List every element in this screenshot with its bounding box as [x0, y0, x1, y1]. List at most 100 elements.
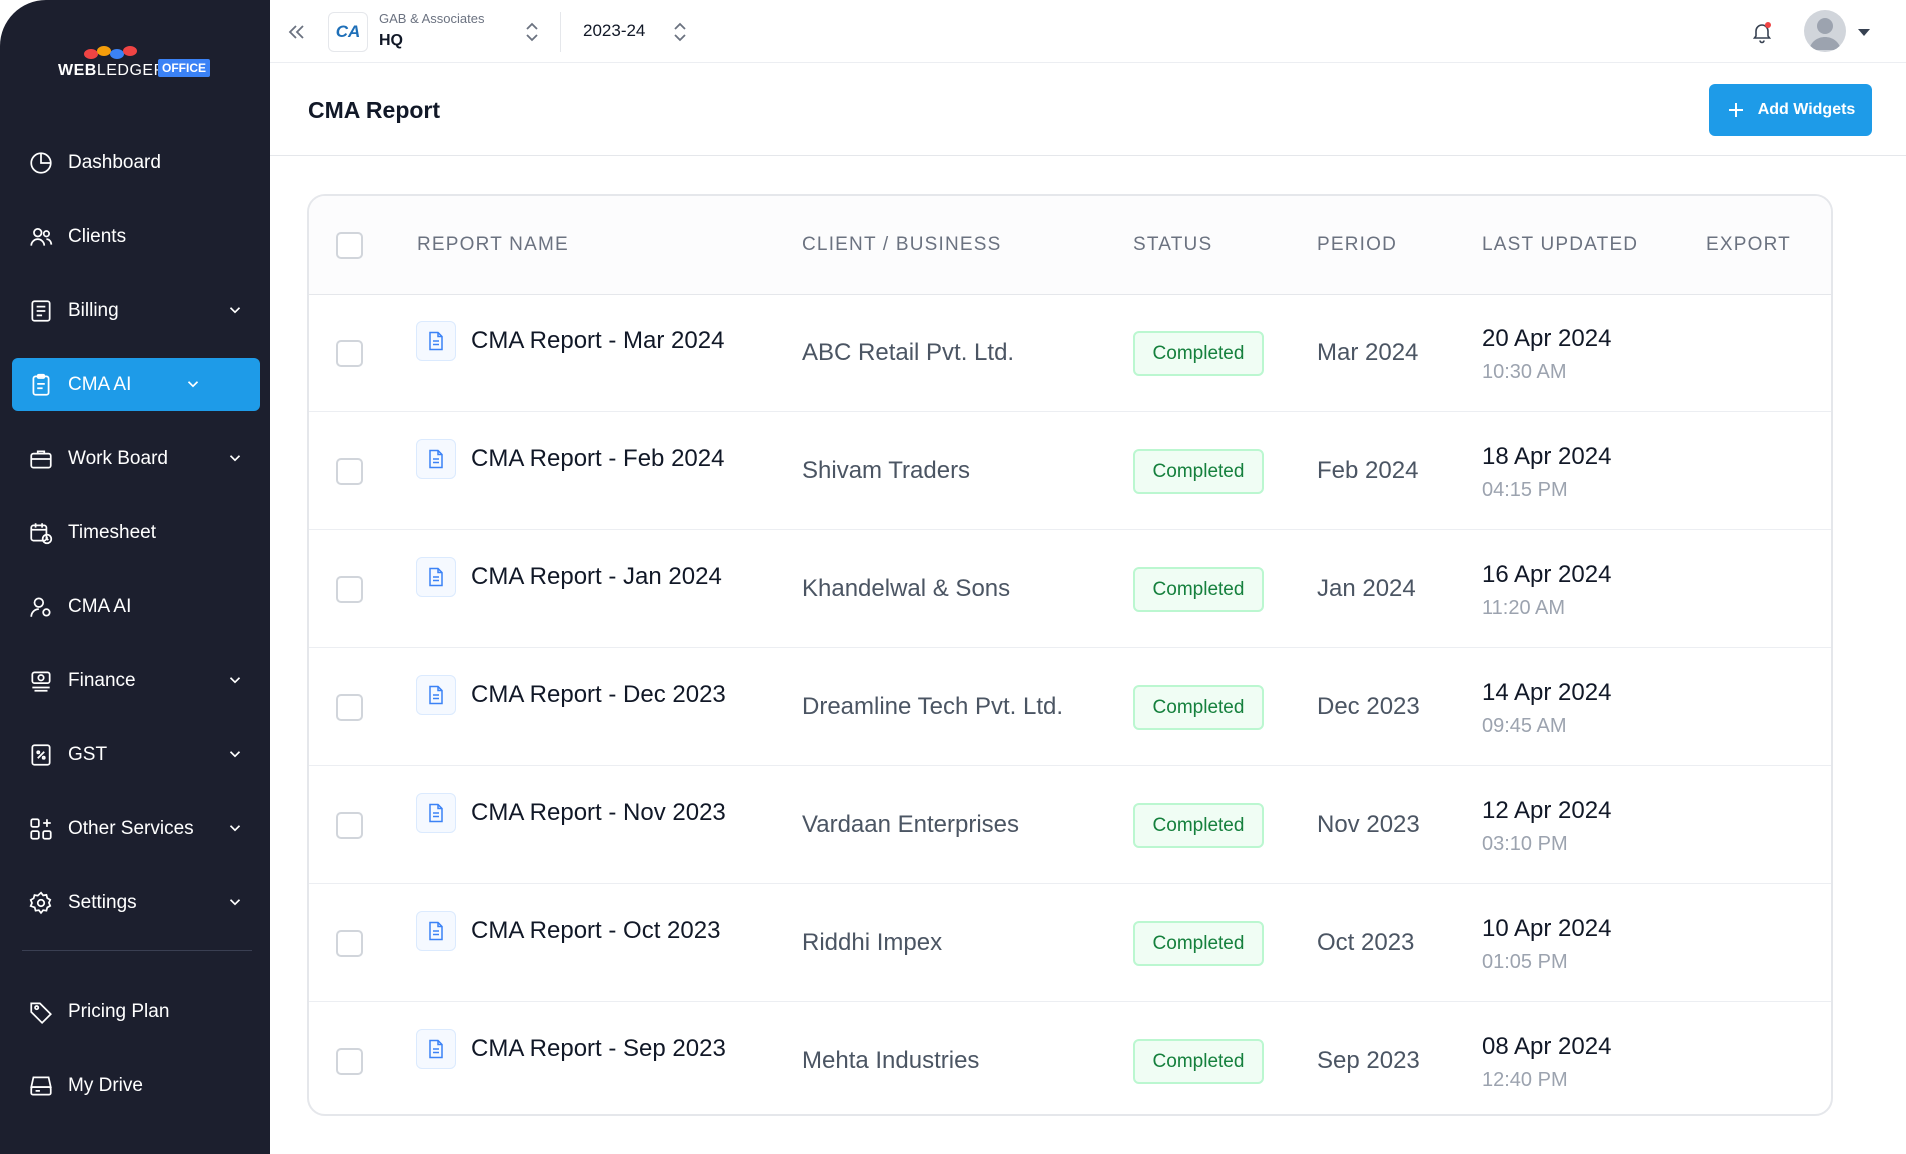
- caret-down-icon[interactable]: [1856, 26, 1872, 38]
- topbar-separator: [560, 12, 561, 52]
- client-name: Vardaan Enterprises: [802, 811, 1020, 838]
- pie-chart-icon: [28, 150, 54, 176]
- chevron-down-icon: [229, 751, 241, 758]
- row-checkbox[interactable]: [336, 1048, 363, 1075]
- last-updated-time: 04:15 PM: [1482, 479, 1568, 501]
- document-icon: [416, 1029, 456, 1069]
- sidebar-item-label: GST: [68, 743, 108, 765]
- notification-bell-icon[interactable]: [1750, 20, 1774, 44]
- client-name: Riddhi Impex: [802, 929, 943, 956]
- chevron-down-icon: [229, 307, 241, 314]
- period: Feb 2024: [1317, 457, 1419, 484]
- sidebar: WEBLEDGER OFFICE Dashboard Clients Billi…: [0, 0, 270, 1154]
- drive-icon: [28, 1073, 54, 1099]
- column-header-client[interactable]: CLIENT / BUSINESS: [802, 234, 1002, 256]
- sidebar-item-dashboard[interactable]: Dashboard: [12, 136, 260, 189]
- status-badge: Completed: [1133, 921, 1264, 966]
- status-badge: Completed: [1133, 331, 1264, 376]
- column-header-period[interactable]: PERIOD: [1317, 234, 1397, 256]
- table-row[interactable]: CMA Report - Sep 2023 Mehta Industries C…: [309, 1003, 1831, 1114]
- row-checkbox[interactable]: [336, 930, 363, 957]
- sidebar-item-cma-ai[interactable]: CMA AI: [12, 358, 260, 411]
- sidebar-item-finance[interactable]: Finance: [12, 654, 260, 707]
- last-updated-date: 18 Apr 2024: [1482, 443, 1612, 470]
- last-updated-time: 12:40 PM: [1482, 1069, 1568, 1091]
- sidebar-item-pricing-plan[interactable]: Pricing Plan: [12, 985, 260, 1038]
- document-icon: [416, 557, 456, 597]
- firm-logo[interactable]: CA: [328, 12, 368, 52]
- table-row[interactable]: CMA Report - Oct 2023 Riddhi Impex Compl…: [309, 885, 1831, 1002]
- table-row[interactable]: CMA Report - Jan 2024 Khandelwal & Sons …: [309, 531, 1831, 648]
- status-badge: Completed: [1133, 567, 1264, 612]
- sidebar-item-label: Billing: [68, 299, 119, 321]
- report-name[interactable]: CMA Report - Dec 2023: [471, 681, 726, 709]
- sidebar-item-cma-ai-2[interactable]: CMA AI: [12, 580, 260, 633]
- last-updated-date: 20 Apr 2024: [1482, 325, 1612, 352]
- last-updated-time: 09:45 AM: [1482, 715, 1567, 737]
- select-all-checkbox[interactable]: [336, 232, 363, 259]
- logo-wordmark: WEBLEDGER: [58, 62, 166, 79]
- invoice-icon: [28, 298, 54, 324]
- sidebar-nav: Dashboard Clients Billing CMA AI Work Bo…: [12, 136, 260, 1133]
- row-checkbox[interactable]: [336, 340, 363, 367]
- report-name[interactable]: CMA Report - Oct 2023: [471, 917, 720, 945]
- report-name[interactable]: CMA Report - Nov 2023: [471, 799, 726, 827]
- avatar[interactable]: [1804, 10, 1846, 52]
- sidebar-item-gst[interactable]: GST: [12, 728, 260, 781]
- table-row[interactable]: CMA Report - Nov 2023 Vardaan Enterprise…: [309, 767, 1831, 884]
- report-name[interactable]: CMA Report - Mar 2024: [471, 327, 724, 355]
- table-row[interactable]: CMA Report - Dec 2023 Dreamline Tech Pvt…: [309, 649, 1831, 766]
- sidebar-item-my-drive[interactable]: My Drive: [12, 1059, 260, 1112]
- last-updated-time: 01:05 PM: [1482, 951, 1568, 973]
- sidebar-item-work-board[interactable]: Work Board: [12, 432, 260, 485]
- column-header-status[interactable]: STATUS: [1133, 234, 1212, 256]
- sidebar-item-label: Clients: [68, 225, 127, 247]
- page-title: CMA Report: [308, 97, 441, 123]
- report-name[interactable]: CMA Report - Sep 2023: [471, 1035, 726, 1063]
- sidebar-item-label: Settings: [68, 891, 137, 913]
- chevron-down-icon: [229, 825, 241, 832]
- table-row[interactable]: CMA Report - Feb 2024 Shivam Traders Com…: [309, 413, 1831, 530]
- brand-logo[interactable]: WEBLEDGER OFFICE: [58, 44, 218, 84]
- reports-table: REPORT NAME CLIENT / BUSINESS STATUS PER…: [307, 194, 1833, 1116]
- add-widgets-button[interactable]: Add Widgets: [1709, 84, 1872, 136]
- year-switch-chevrons-icon[interactable]: [670, 21, 690, 43]
- row-checkbox[interactable]: [336, 812, 363, 839]
- client-name: Mehta Industries: [802, 1047, 980, 1074]
- sidebar-item-clients[interactable]: Clients: [12, 210, 260, 263]
- row-checkbox[interactable]: [336, 576, 363, 603]
- calendar-clock-icon: [28, 520, 54, 546]
- document-icon: [416, 911, 456, 951]
- sidebar-item-label: Work Board: [68, 447, 168, 469]
- sidebar-item-label: Other Services: [68, 817, 194, 839]
- period: Oct 2023: [1317, 929, 1415, 956]
- collapse-sidebar-icon[interactable]: [284, 20, 308, 44]
- users-icon: [28, 224, 54, 250]
- firm-branch[interactable]: HQ: [379, 32, 403, 50]
- column-header-last-updated[interactable]: LAST UPDATED: [1482, 234, 1638, 256]
- status-badge: Completed: [1133, 685, 1264, 730]
- user-gear-icon: [28, 594, 54, 620]
- sidebar-item-timesheet[interactable]: Timesheet: [12, 506, 260, 559]
- sidebar-item-billing[interactable]: Billing: [12, 284, 260, 337]
- sidebar-item-settings[interactable]: Settings: [12, 876, 260, 929]
- add-widgets-label: Add Widgets: [1757, 101, 1856, 118]
- row-checkbox[interactable]: [336, 458, 363, 485]
- report-name[interactable]: CMA Report - Feb 2024: [471, 445, 724, 473]
- report-name[interactable]: CMA Report - Jan 2024: [471, 563, 722, 591]
- table-row[interactable]: CMA Report - Mar 2024 ABC Retail Pvt. Lt…: [309, 295, 1831, 412]
- chevron-down-icon: [229, 455, 241, 462]
- column-header-report-name[interactable]: REPORT NAME: [417, 234, 569, 256]
- briefcase-icon: [28, 446, 54, 472]
- document-icon: [416, 321, 456, 361]
- sidebar-item-label: My Drive: [68, 1074, 143, 1096]
- table-header: REPORT NAME CLIENT / BUSINESS STATUS PER…: [309, 196, 1831, 295]
- financial-year[interactable]: 2023-24: [583, 21, 645, 41]
- sidebar-item-other-services[interactable]: Other Services: [12, 802, 260, 855]
- firm-switch-chevrons-icon[interactable]: [522, 21, 542, 43]
- row-checkbox[interactable]: [336, 694, 363, 721]
- status-badge: Completed: [1133, 449, 1264, 494]
- last-updated-date: 12 Apr 2024: [1482, 797, 1612, 824]
- app-root: WEBLEDGER OFFICE Dashboard Clients Billi…: [0, 0, 1906, 1154]
- sidebar-item-label: CMA AI: [68, 373, 132, 395]
